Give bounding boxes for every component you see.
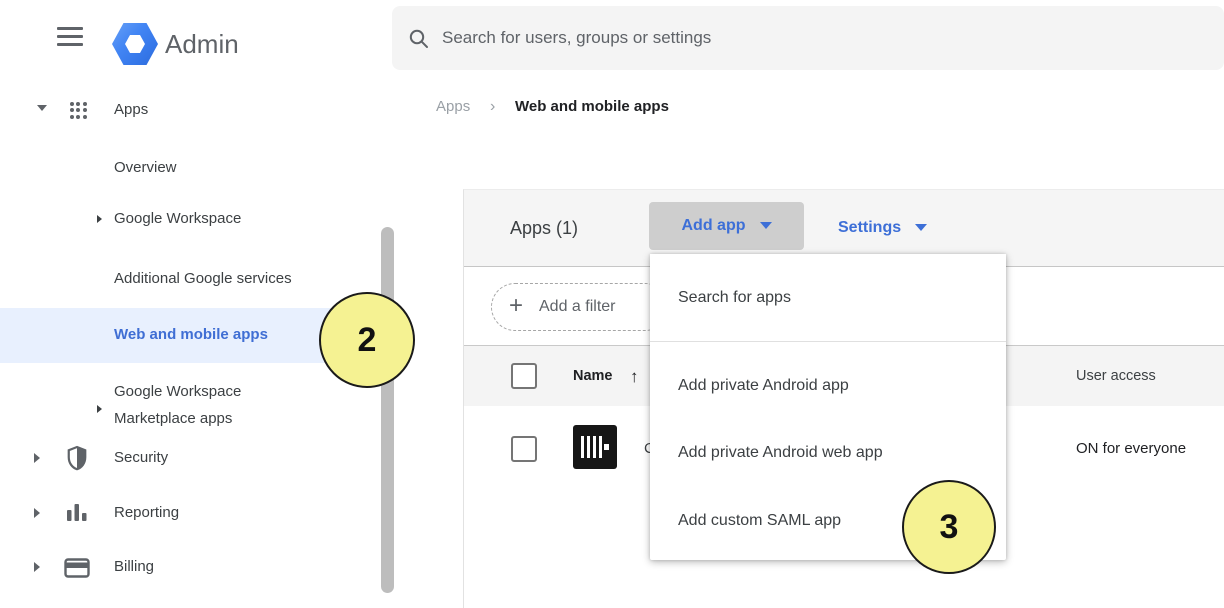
add-app-label: Add app xyxy=(682,217,746,234)
user-access-value: ON for everyone xyxy=(1076,406,1186,492)
settings-label: Settings xyxy=(838,219,901,236)
add-filter-label: Add a filter xyxy=(539,284,615,330)
annotation-step-3: 3 xyxy=(902,480,996,574)
sidebar-item-google-workspace[interactable]: Google Workspace xyxy=(114,206,241,232)
expand-arrow-icon[interactable] xyxy=(97,405,102,413)
breadcrumb-current: Web and mobile apps xyxy=(515,94,669,120)
sidebar-item-reporting[interactable]: Reporting xyxy=(114,500,179,526)
annotation-step-2: 2 xyxy=(319,292,415,388)
plus-icon: + xyxy=(509,283,523,329)
sidebar-item-marketplace-apps[interactable]: Google Workspace Marketplace apps xyxy=(114,378,299,432)
breadcrumb-chevron-icon: › xyxy=(490,94,495,120)
sidebar-item-billing[interactable]: Billing xyxy=(114,554,154,580)
admin-logo-icon[interactable] xyxy=(112,23,158,65)
expand-arrow-icon[interactable] xyxy=(34,453,40,463)
row-checkbox[interactable] xyxy=(511,436,537,462)
annotation-number: 3 xyxy=(940,508,959,547)
search-placeholder: Search for users, groups or settings xyxy=(442,6,711,70)
annotation-number: 2 xyxy=(358,321,377,360)
search-icon xyxy=(408,28,429,49)
expand-arrow-icon[interactable] xyxy=(34,508,40,518)
sort-ascending-icon[interactable]: ↑ xyxy=(630,346,639,407)
expand-arrow-icon[interactable] xyxy=(97,215,102,223)
column-header-name[interactable]: Name xyxy=(573,346,613,407)
add-app-button[interactable]: Add app xyxy=(649,202,804,250)
menu-item-add-private-android-app[interactable]: Add private Android app xyxy=(650,366,1006,406)
expand-arrow-icon[interactable] xyxy=(34,562,40,572)
list-title: Apps (1) xyxy=(510,190,578,266)
breadcrumb-parent[interactable]: Apps xyxy=(436,94,470,120)
google-admin-console: Admin Search for users, groups or settin… xyxy=(0,0,1224,608)
dropdown-arrow-icon xyxy=(760,222,772,229)
menu-item-add-private-android-web-app[interactable]: Add private Android web app xyxy=(650,433,1006,473)
app-logo-icon xyxy=(573,425,617,469)
product-title: Admin xyxy=(165,23,239,65)
sidebar-item-security[interactable]: Security xyxy=(114,445,168,471)
menu-icon[interactable] xyxy=(57,27,83,46)
select-all-checkbox[interactable] xyxy=(511,363,537,389)
reporting-chart-icon xyxy=(66,503,88,523)
security-shield-icon xyxy=(66,445,88,471)
menu-item-search-for-apps[interactable]: Search for apps xyxy=(650,278,1006,318)
sidebar-item-apps[interactable]: Apps xyxy=(114,97,148,123)
sidebar-item-overview[interactable]: Overview xyxy=(114,155,177,181)
sidebar-item-web-and-mobile-apps[interactable]: Web and mobile apps xyxy=(114,322,268,348)
billing-card-icon xyxy=(64,558,90,578)
search-input[interactable]: Search for users, groups or settings xyxy=(392,6,1224,70)
collapse-arrow-icon[interactable] xyxy=(37,105,47,111)
apps-grid-icon xyxy=(70,102,89,121)
dropdown-arrow-icon xyxy=(915,224,927,231)
menu-divider xyxy=(650,341,1006,342)
sidebar-scrollbar[interactable] xyxy=(381,227,394,593)
add-filter-chip[interactable]: + Add a filter xyxy=(491,283,669,331)
column-header-user-access: User access xyxy=(1076,346,1156,407)
sidebar-item-additional-google-services[interactable]: Additional Google services xyxy=(114,266,292,292)
